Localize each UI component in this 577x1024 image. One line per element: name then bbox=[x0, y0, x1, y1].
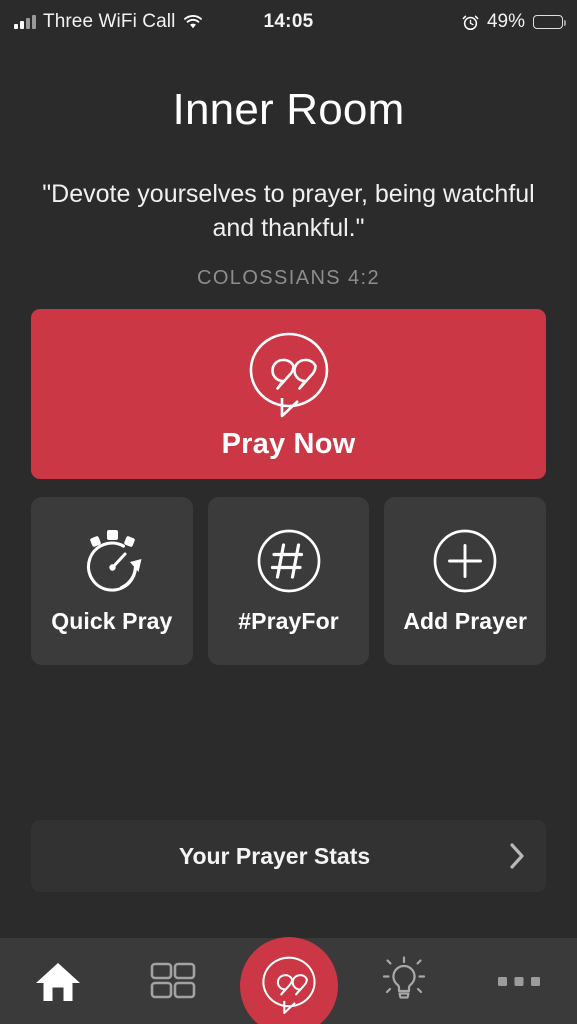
tab-pray[interactable] bbox=[231, 937, 346, 1024]
pray-fab[interactable] bbox=[239, 937, 338, 1024]
battery-percent-label: 49% bbox=[486, 11, 526, 32]
page-title: Inner Room bbox=[172, 85, 405, 134]
prayer-stats-row[interactable]: Your Prayer Stats bbox=[31, 820, 546, 892]
home-icon bbox=[34, 959, 82, 1003]
more-dots-icon bbox=[496, 974, 542, 988]
add-prayer-card[interactable]: Add Prayer bbox=[384, 497, 547, 665]
add-prayer-label: Add Prayer bbox=[403, 607, 528, 634]
hashtag-circle-icon bbox=[256, 528, 322, 594]
quick-pray-card[interactable]: Quick Pray bbox=[31, 497, 193, 665]
status-bar-center: 14:05 bbox=[263, 11, 313, 33]
status-bar: Three WiFi Call 14:05 49% bbox=[0, 0, 577, 44]
quick-pray-label: Quick Pray bbox=[51, 607, 173, 634]
verse-reference: COLOSSIANS 4:2 bbox=[197, 266, 380, 289]
app-root: Three WiFi Call 14:05 49% Inner Room "De… bbox=[0, 0, 577, 1024]
prayer-stats-label: Your Prayer Stats bbox=[178, 842, 371, 869]
tab-home[interactable] bbox=[0, 938, 115, 1024]
pray-for-card[interactable]: #PrayFor bbox=[207, 497, 370, 665]
quote-bubble-icon bbox=[258, 953, 320, 1019]
stopwatch-icon bbox=[77, 528, 147, 594]
battery-icon bbox=[533, 15, 567, 29]
carrier-label: Three WiFi Call bbox=[43, 11, 176, 32]
lightbulb-icon bbox=[378, 955, 430, 1007]
cellular-signal-icon bbox=[14, 15, 36, 29]
quote-bubble-icon bbox=[243, 328, 335, 424]
status-bar-left: Three WiFi Call bbox=[14, 11, 263, 33]
clock-label: 14:05 bbox=[263, 11, 314, 32]
tab-more[interactable] bbox=[462, 938, 577, 1024]
pray-for-label: #PrayFor bbox=[238, 607, 339, 634]
grid-icon bbox=[149, 959, 197, 1003]
status-bar-right: 49% bbox=[314, 11, 567, 33]
chevron-right-icon bbox=[488, 841, 546, 871]
wifi-icon bbox=[182, 14, 204, 30]
page-header: Inner Room "Devote yourselves to prayer,… bbox=[0, 85, 577, 290]
quick-actions: Quick Pray #PrayFor Add Prayer bbox=[31, 497, 547, 665]
tab-ideas[interactable] bbox=[346, 938, 461, 1024]
plus-circle-icon bbox=[432, 528, 498, 594]
pray-now-label: Pray Now bbox=[221, 427, 356, 460]
verse-text: "Devote yourselves to prayer, being watc… bbox=[42, 180, 535, 242]
pray-now-button[interactable]: Pray Now bbox=[31, 309, 546, 479]
bottom-tab-bar bbox=[0, 937, 577, 1024]
tab-grid[interactable] bbox=[115, 938, 230, 1024]
alarm-clock-icon bbox=[462, 14, 479, 31]
